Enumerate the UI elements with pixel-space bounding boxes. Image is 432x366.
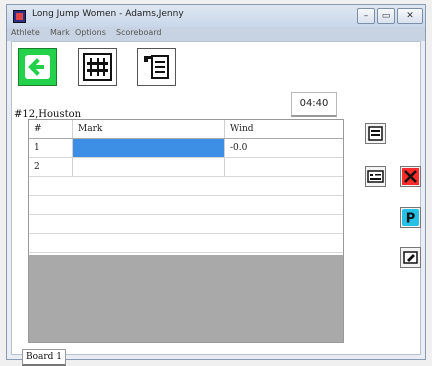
svg-text:P: P [406, 212, 416, 227]
title-bar: Long Jump Women - Adams,Jenny – ▭ ✕ [7, 5, 425, 27]
back-button[interactable] [18, 48, 57, 86]
header-wind: Wind [230, 124, 254, 134]
menu-scoreboard[interactable]: Scoreboard [116, 28, 162, 37]
measure-keypad-button[interactable] [78, 48, 117, 86]
delete-button[interactable] [400, 166, 421, 187]
flag-list-icon [144, 55, 169, 79]
marks-grid: # Mark Wind 1 -0.0 2 [28, 119, 344, 343]
minimize-button[interactable]: – [357, 8, 375, 24]
row-1-mark-cell[interactable] [73, 139, 225, 157]
window-title: Long Jump Women - Adams,Jenny [32, 9, 184, 19]
grid-header: # Mark Wind [29, 120, 343, 139]
row-2-wind[interactable] [225, 158, 343, 176]
eraser-icon [403, 251, 418, 264]
flag-list-button[interactable] [137, 48, 176, 86]
menu-mark[interactable]: Mark [50, 28, 70, 37]
app-icon [13, 10, 26, 23]
maximize-button[interactable]: ▭ [377, 8, 395, 24]
header-mark: Mark [73, 120, 225, 138]
p-icon: P [402, 209, 419, 227]
measure-button[interactable] [365, 123, 386, 144]
tape-icon [367, 170, 384, 183]
delete-x-icon [402, 168, 419, 185]
menu-athlete[interactable]: Athlete [11, 28, 40, 37]
measure-icon [368, 126, 383, 141]
eraser-button[interactable] [400, 247, 421, 268]
row-2-number[interactable]: 2 [29, 158, 73, 176]
menu-bar: Athlete Mark Options Scoreboard [7, 27, 425, 41]
board-tab[interactable]: Board 1 [22, 349, 66, 366]
empty-grid-area [29, 255, 343, 342]
measure-keypad-icon [83, 53, 112, 81]
row-2-mark-cell[interactable] [73, 158, 225, 176]
tape-button[interactable] [365, 166, 386, 187]
timer-display[interactable]: 04:40 [291, 92, 337, 117]
app-window: Long Jump Women - Adams,Jenny – ▭ ✕ Athl… [6, 4, 426, 366]
row-1-number[interactable]: 1 [29, 139, 73, 157]
main-panel: 04:40 #12,Houston # Mark Wind 1 -0.0 2 P… [11, 41, 421, 366]
header-number: # [29, 120, 73, 138]
row-1-wind[interactable]: -0.0 [225, 139, 343, 157]
close-window-button[interactable]: ✕ [397, 8, 423, 24]
menu-options[interactable]: Options [75, 28, 106, 37]
pass-button[interactable]: P [400, 207, 421, 228]
back-arrow-icon [25, 55, 50, 79]
